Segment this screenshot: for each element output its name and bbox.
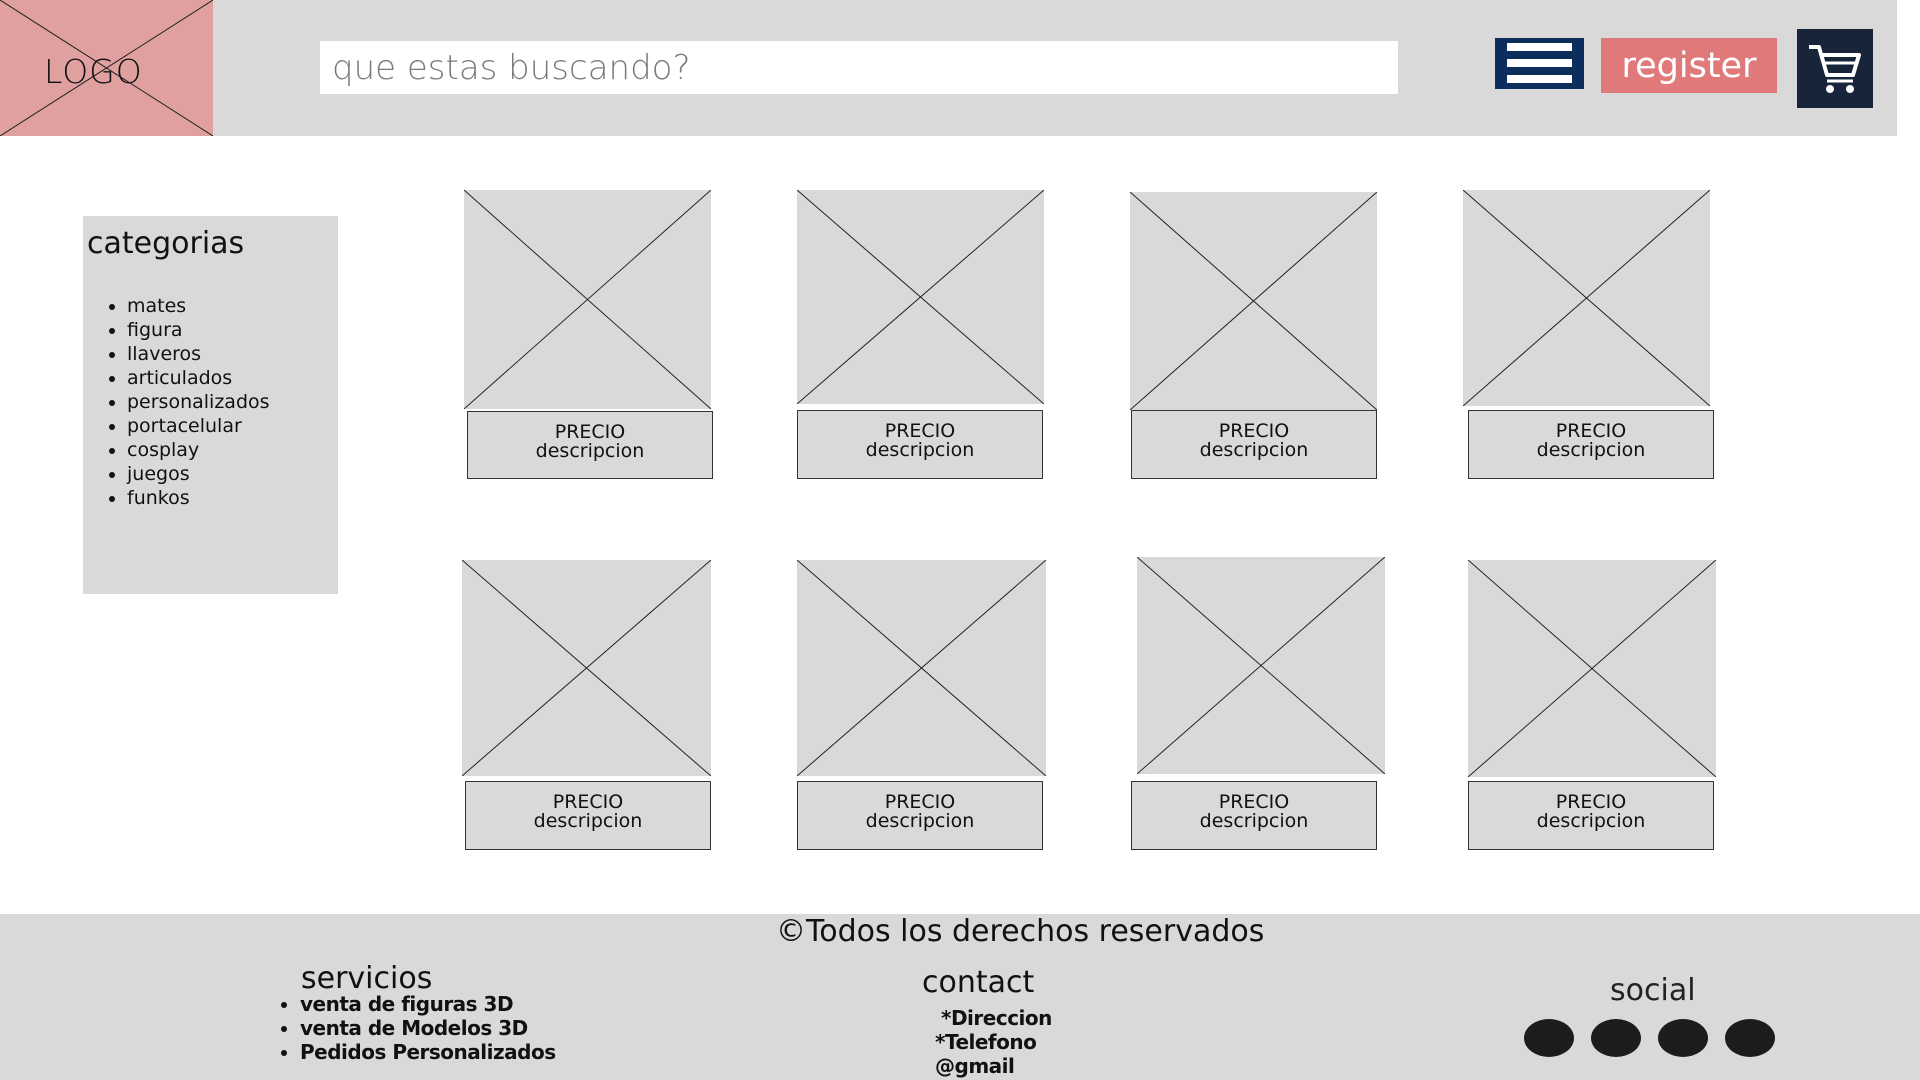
product-info-1[interactable]: PRECIO descripcion (467, 411, 713, 479)
logo-text: LOGO (44, 52, 143, 91)
product-info-4[interactable]: PRECIO descripcion (1468, 410, 1714, 479)
contact-phone: *Telefono (935, 1030, 1037, 1054)
category-item-figura[interactable]: figura (127, 318, 270, 342)
product-image-5[interactable] (462, 560, 711, 776)
product-description: descripcion (1199, 439, 1309, 461)
service-item[interactable]: venta de figuras 3D (300, 992, 556, 1016)
register-button[interactable]: register (1601, 38, 1777, 93)
logo[interactable]: LOGO (0, 0, 213, 136)
product-info-5[interactable]: PRECIO descripcion (465, 781, 711, 850)
service-item[interactable]: venta de Modelos 3D (300, 1016, 556, 1040)
search-input[interactable] (320, 41, 1398, 94)
category-item-articulados[interactable]: articulados (127, 366, 270, 390)
categories-title: categorias (87, 226, 245, 261)
product-description: descripcion (1199, 810, 1309, 832)
contact-address: *Direccion (941, 1006, 1052, 1030)
category-item-cosplay[interactable]: cosplay (127, 438, 270, 462)
hamburger-menu-icon[interactable] (1495, 38, 1584, 89)
product-description: descripcion (1536, 439, 1646, 461)
product-description: descripcion (535, 440, 645, 462)
product-description: descripcion (1536, 810, 1646, 832)
product-info-2[interactable]: PRECIO descripcion (797, 410, 1043, 479)
service-item[interactable]: Pedidos Personalizados (300, 1040, 556, 1064)
category-item-portacelular[interactable]: portacelular (127, 414, 270, 438)
product-image-1[interactable] (464, 190, 711, 409)
contact-title: contact (922, 965, 1035, 1000)
social-icon-1[interactable] (1524, 1019, 1574, 1057)
shopping-cart-icon[interactable] (1797, 29, 1873, 108)
category-item-personalizados[interactable]: personalizados (127, 390, 270, 414)
product-image-6[interactable] (797, 560, 1046, 776)
product-image-2[interactable] (797, 190, 1044, 404)
product-description: descripcion (865, 439, 975, 461)
product-info-7[interactable]: PRECIO descripcion (1131, 781, 1377, 850)
product-description: descripcion (533, 810, 643, 832)
product-info-6[interactable]: PRECIO descripcion (797, 781, 1043, 850)
social-icon-2[interactable] (1591, 1019, 1641, 1057)
copyright-text: ©Todos los derechos reservados (776, 914, 1265, 949)
product-image-3[interactable] (1130, 192, 1377, 410)
product-image-7[interactable] (1137, 557, 1385, 774)
product-image-4[interactable] (1463, 190, 1710, 406)
product-image-8[interactable] (1468, 560, 1716, 777)
social-icon-4[interactable] (1725, 1019, 1775, 1057)
social-icon-3[interactable] (1658, 1019, 1708, 1057)
services-title: servicios (301, 961, 433, 996)
social-title: social (1610, 973, 1696, 1008)
services-list: venta de figuras 3D venta de Modelos 3D … (282, 992, 556, 1064)
product-info-3[interactable]: PRECIO descripcion (1131, 410, 1377, 479)
category-item-mates[interactable]: mates (127, 294, 270, 318)
categories-list: mates figura llaveros articulados person… (107, 294, 270, 510)
category-item-funkos[interactable]: funkos (127, 486, 270, 510)
categories-panel: categorias mates figura llaveros articul… (83, 216, 338, 594)
product-description: descripcion (865, 810, 975, 832)
product-info-8[interactable]: PRECIO descripcion (1468, 781, 1714, 850)
category-item-juegos[interactable]: juegos (127, 462, 270, 486)
category-item-llaveros[interactable]: llaveros (127, 342, 270, 366)
contact-email[interactable]: @gmail (935, 1054, 1015, 1078)
